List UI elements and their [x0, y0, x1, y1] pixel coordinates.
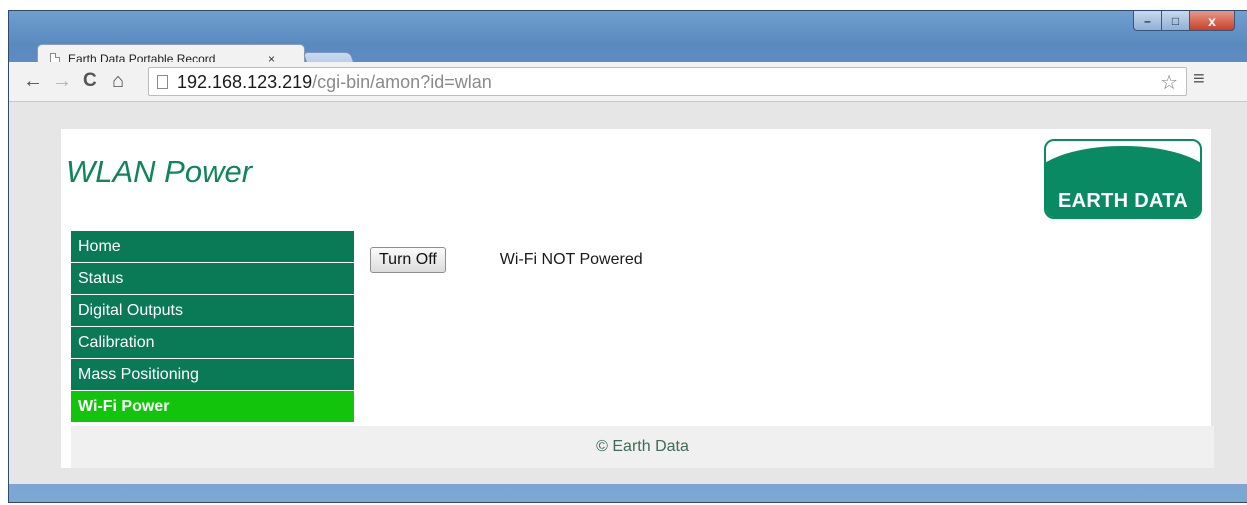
- url-host: 192.168.123.219: [177, 72, 313, 92]
- bookmark-star-icon[interactable]: ☆: [1160, 70, 1178, 95]
- forward-arrow-icon[interactable]: →: [52, 70, 72, 92]
- back-arrow-icon[interactable]: ←: [23, 70, 43, 92]
- page-viewport: WLAN Power EARTH DATA Home Status Digita…: [9, 102, 1247, 484]
- address-bar[interactable]: 192.168.123.219/cgi-bin/amon?id=wlan ☆: [148, 67, 1187, 96]
- sidebar-item-digital-outputs[interactable]: Digital Outputs: [71, 295, 354, 326]
- earth-data-logo: EARTH DATA: [1044, 139, 1202, 219]
- window-controls: – □ x: [1133, 11, 1235, 33]
- sidebar-item-mass-positioning[interactable]: Mass Positioning: [71, 359, 354, 390]
- page-icon: [157, 75, 168, 89]
- logo-text: EARTH DATA: [1057, 190, 1189, 212]
- menu-icon[interactable]: ≡: [1193, 68, 1205, 91]
- turn-off-button[interactable]: Turn Off: [370, 247, 446, 273]
- url-path: /cgi-bin/amon?id=wlan: [312, 72, 492, 92]
- sidebar-item-wifi-power[interactable]: Wi-Fi Power: [71, 391, 354, 422]
- sidebar-item-status[interactable]: Status: [71, 263, 354, 294]
- reload-icon[interactable]: C: [83, 70, 97, 92]
- browser-toolbar: ← → C ⌂ 192.168.123.219/cgi-bin/amon?id=…: [9, 62, 1247, 102]
- main-content: Turn Off Wi-Fi NOT Powered: [370, 247, 643, 273]
- sidebar-nav: Home Status Digital Outputs Calibration …: [71, 231, 354, 423]
- maximize-button[interactable]: □: [1161, 11, 1189, 31]
- url-text: 192.168.123.219/cgi-bin/amon?id=wlan: [177, 71, 492, 93]
- browser-window: – □ x Earth Data Portable Record × ← → C…: [8, 10, 1247, 503]
- minimize-button[interactable]: –: [1133, 11, 1161, 31]
- home-icon[interactable]: ⌂: [112, 70, 124, 92]
- wifi-status-text: Wi-Fi NOT Powered: [499, 251, 643, 268]
- page-title: WLAN Power: [66, 154, 253, 189]
- sidebar-item-home[interactable]: Home: [71, 231, 354, 262]
- close-window-button[interactable]: x: [1189, 11, 1235, 31]
- sidebar-item-calibration[interactable]: Calibration: [71, 327, 354, 358]
- footer: © Earth Data: [71, 426, 1214, 468]
- page-container: WLAN Power EARTH DATA Home Status Digita…: [61, 129, 1214, 468]
